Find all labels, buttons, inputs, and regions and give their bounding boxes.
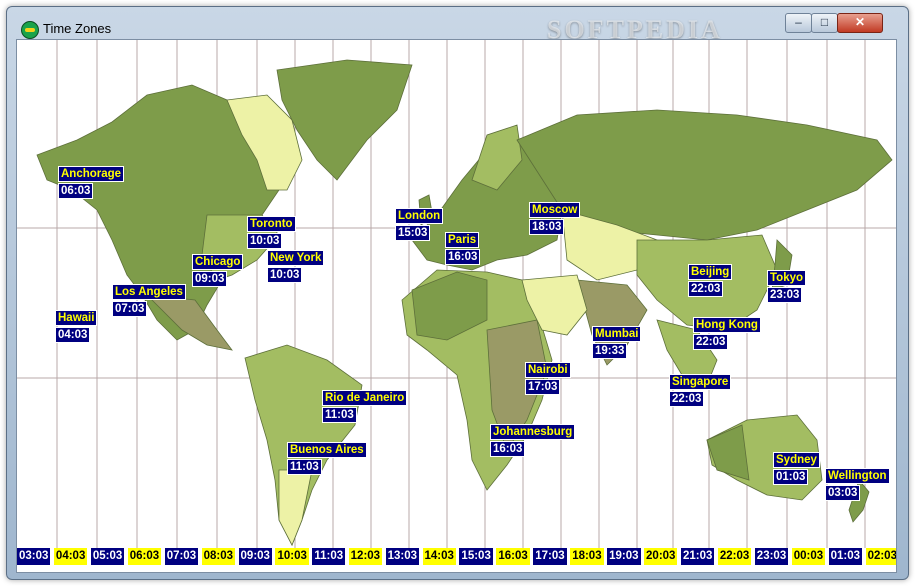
- city-time: 18:03: [529, 219, 565, 235]
- city-label-sydney[interactable]: Sydney 01:03: [773, 452, 820, 486]
- zone-time-cell[interactable]: 01:03: [828, 548, 863, 565]
- city-name: Beijing: [688, 264, 733, 280]
- city-name: New York: [267, 250, 325, 266]
- zone-time-cell[interactable]: 18:03: [570, 548, 604, 565]
- city-time: 11:03: [322, 407, 357, 423]
- zone-time-cell[interactable]: 02:03: [865, 548, 896, 565]
- city-label-london[interactable]: London 15:03: [395, 208, 444, 242]
- city-time: 22:03: [688, 281, 724, 297]
- city-name: Hong Kong: [693, 317, 761, 333]
- city-time: 03:03: [825, 485, 861, 501]
- close-icon: ✕: [854, 15, 866, 29]
- timezone-time-bar: 03:03 04:03 05:03 06:03 07:03 08:03 09:0…: [17, 548, 896, 565]
- city-name: Johannesburg: [490, 424, 576, 440]
- city-time: 22:03: [669, 391, 705, 407]
- zone-time-cell[interactable]: 10:03: [275, 548, 309, 565]
- city-label-moscow[interactable]: Moscow 18:03: [529, 202, 581, 236]
- minimize-icon: –: [795, 15, 802, 29]
- city-label-buenos-aires[interactable]: Buenos Aires 11:03: [287, 442, 367, 476]
- maximize-button[interactable]: □: [811, 13, 838, 33]
- zone-time-cell[interactable]: 03:03: [17, 548, 51, 565]
- city-time: 01:03: [773, 469, 809, 485]
- city-time: 10:03: [247, 233, 283, 249]
- city-label-hawaii[interactable]: Hawaii 04:03: [55, 310, 98, 344]
- city-name: Nairobi: [525, 362, 571, 378]
- city-label-toronto[interactable]: Toronto 10:03: [247, 216, 296, 250]
- city-label-nairobi[interactable]: Nairobi 17:03: [525, 362, 571, 396]
- zone-time-cell[interactable]: 21:03: [680, 548, 715, 565]
- zone-time-cell[interactable]: 05:03: [90, 548, 125, 565]
- city-name: Moscow: [529, 202, 581, 218]
- zone-time-cell[interactable]: 08:03: [201, 548, 236, 565]
- city-label-hong-kong[interactable]: Hong Kong 22:03: [693, 317, 761, 351]
- zone-time-cell[interactable]: 14:03: [422, 548, 456, 565]
- zone-time-cell[interactable]: 00:03: [791, 548, 826, 565]
- close-button[interactable]: ✕: [837, 13, 883, 33]
- zone-time-cell[interactable]: 15:03: [459, 548, 493, 565]
- city-label-mumbai[interactable]: Mumbai 19:33: [592, 326, 642, 360]
- australia-west: [706, 424, 750, 481]
- zone-time-cell[interactable]: 22:03: [717, 548, 752, 565]
- zone-time-cell[interactable]: 11:03: [312, 548, 346, 565]
- clock-app-icon: [21, 21, 39, 39]
- city-label-rio-de-janeiro[interactable]: Rio de Janeiro 11:03: [322, 390, 408, 424]
- maximize-icon: □: [820, 15, 829, 29]
- city-label-singapore[interactable]: Singapore 22:03: [669, 374, 732, 408]
- city-time: 15:03: [395, 225, 431, 241]
- city-time: 16:03: [445, 249, 481, 265]
- city-name: Anchorage: [58, 166, 125, 182]
- time-zones-window: Time Zones SOFTPEDIA – □ ✕ Anchorage 06:…: [6, 6, 909, 580]
- city-name: Los Angeles: [112, 284, 186, 300]
- zone-time-cell[interactable]: 12:03: [348, 548, 383, 565]
- argentina: [278, 469, 313, 546]
- zone-time-cell[interactable]: 04:03: [53, 548, 88, 565]
- city-time: 09:03: [192, 271, 228, 287]
- city-time: 04:03: [55, 327, 91, 343]
- zone-time-cell[interactable]: 20:03: [644, 548, 678, 565]
- city-name: Mumbai: [592, 326, 642, 342]
- city-time: 17:03: [525, 379, 561, 395]
- zone-time-cell[interactable]: 16:03: [496, 548, 530, 565]
- zone-time-cell[interactable]: 09:03: [238, 548, 272, 565]
- city-label-anchorage[interactable]: Anchorage 06:03: [58, 166, 125, 200]
- zone-time-cell[interactable]: 07:03: [164, 548, 199, 565]
- city-name: Hawaii: [55, 310, 98, 326]
- city-name: Rio de Janeiro: [322, 390, 408, 406]
- zone-time-cell[interactable]: 13:03: [385, 548, 419, 565]
- window-title: Time Zones: [43, 21, 112, 36]
- city-name: Sydney: [773, 452, 820, 468]
- city-time: 07:03: [112, 301, 148, 317]
- city-name: Buenos Aires: [287, 442, 367, 458]
- minimize-button[interactable]: –: [785, 13, 812, 33]
- zone-time-cell[interactable]: 17:03: [533, 548, 567, 565]
- city-time: 16:03: [490, 441, 526, 457]
- city-label-beijing[interactable]: Beijing 22:03: [688, 264, 733, 298]
- city-label-tokyo[interactable]: Tokyo 23:03: [767, 270, 807, 304]
- city-time: 22:03: [693, 334, 729, 350]
- city-label-new-york[interactable]: New York 10:03: [267, 250, 325, 284]
- zone-time-cell[interactable]: 06:03: [127, 548, 162, 565]
- city-time: 06:03: [58, 183, 94, 199]
- world-map-panel: Anchorage 06:03 Toronto 10:03 Chicago 09…: [16, 39, 897, 573]
- city-name: Toronto: [247, 216, 296, 232]
- city-time: 23:03: [767, 287, 803, 303]
- city-label-chicago[interactable]: Chicago 09:03: [192, 254, 244, 288]
- city-name: Paris: [445, 232, 480, 248]
- city-time: 11:03: [287, 459, 322, 475]
- city-label-paris[interactable]: Paris 16:03: [445, 232, 481, 266]
- title-bar[interactable]: Time Zones SOFTPEDIA – □ ✕: [7, 7, 908, 44]
- city-name: Tokyo: [767, 270, 807, 286]
- city-name: Singapore: [669, 374, 732, 390]
- city-name: Chicago: [192, 254, 244, 270]
- zone-time-cell[interactable]: 19:03: [607, 548, 641, 565]
- zone-time-cell[interactable]: 23:03: [754, 548, 789, 565]
- city-name: London: [395, 208, 444, 224]
- city-time: 19:33: [592, 343, 628, 359]
- city-label-johannesburg[interactable]: Johannesburg 16:03: [490, 424, 576, 458]
- city-label-wellington[interactable]: Wellington 03:03: [825, 468, 890, 502]
- city-name: Wellington: [825, 468, 890, 484]
- city-time: 10:03: [267, 267, 303, 283]
- city-label-los-angeles[interactable]: Los Angeles 07:03: [112, 284, 186, 318]
